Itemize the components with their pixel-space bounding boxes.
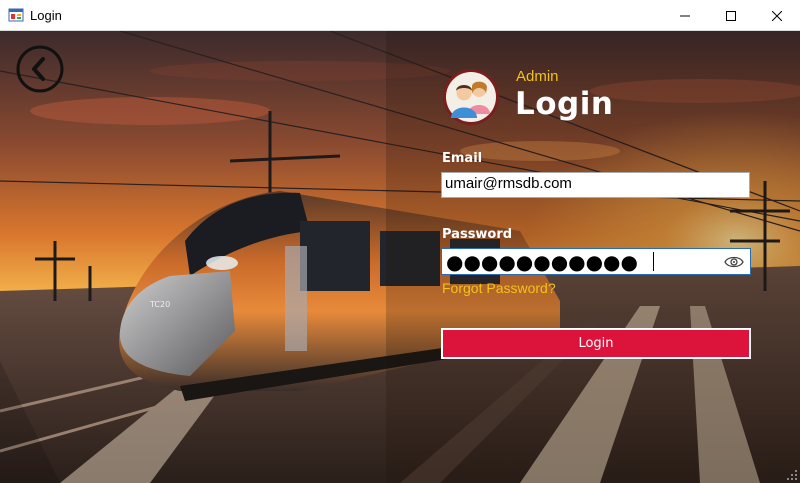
minimize-button[interactable] — [662, 0, 708, 31]
login-button[interactable]: Login — [441, 328, 751, 359]
maximize-button[interactable] — [708, 0, 754, 31]
login-window: Login TC20 Admin Login Email umair@rmsdb… — [0, 0, 800, 483]
caption-buttons — [662, 0, 800, 31]
page-title: Login — [515, 86, 614, 122]
svg-text:TC20: TC20 — [149, 300, 170, 309]
client-area: TC20 Admin Login Email umair@rmsdb.com P… — [0, 31, 800, 483]
password-value: ●●●●●●●●●●● — [446, 250, 638, 274]
minimize-icon — [680, 15, 690, 16]
role-label: Admin — [516, 68, 559, 85]
password-field[interactable]: ●●●●●●●●●●● — [441, 248, 751, 275]
users-avatar-icon — [443, 69, 499, 125]
email-label: Email — [442, 151, 483, 166]
email-field[interactable]: umair@rmsdb.com — [441, 172, 750, 198]
resize-grip-icon[interactable] — [786, 469, 798, 481]
maximize-icon — [726, 10, 736, 21]
close-icon — [772, 10, 782, 21]
title-bar[interactable]: Login — [0, 0, 800, 31]
back-button[interactable] — [16, 45, 64, 93]
close-button[interactable] — [754, 0, 800, 31]
app-icon — [8, 8, 24, 22]
login-button-label: Login — [578, 336, 614, 351]
text-caret — [653, 252, 654, 271]
chevron-left-icon — [32, 57, 45, 81]
password-label: Password — [442, 227, 513, 242]
eye-icon[interactable] — [724, 254, 744, 270]
window-title: Login — [30, 7, 62, 23]
forgot-password-link[interactable]: Forgot Password? — [442, 280, 556, 296]
